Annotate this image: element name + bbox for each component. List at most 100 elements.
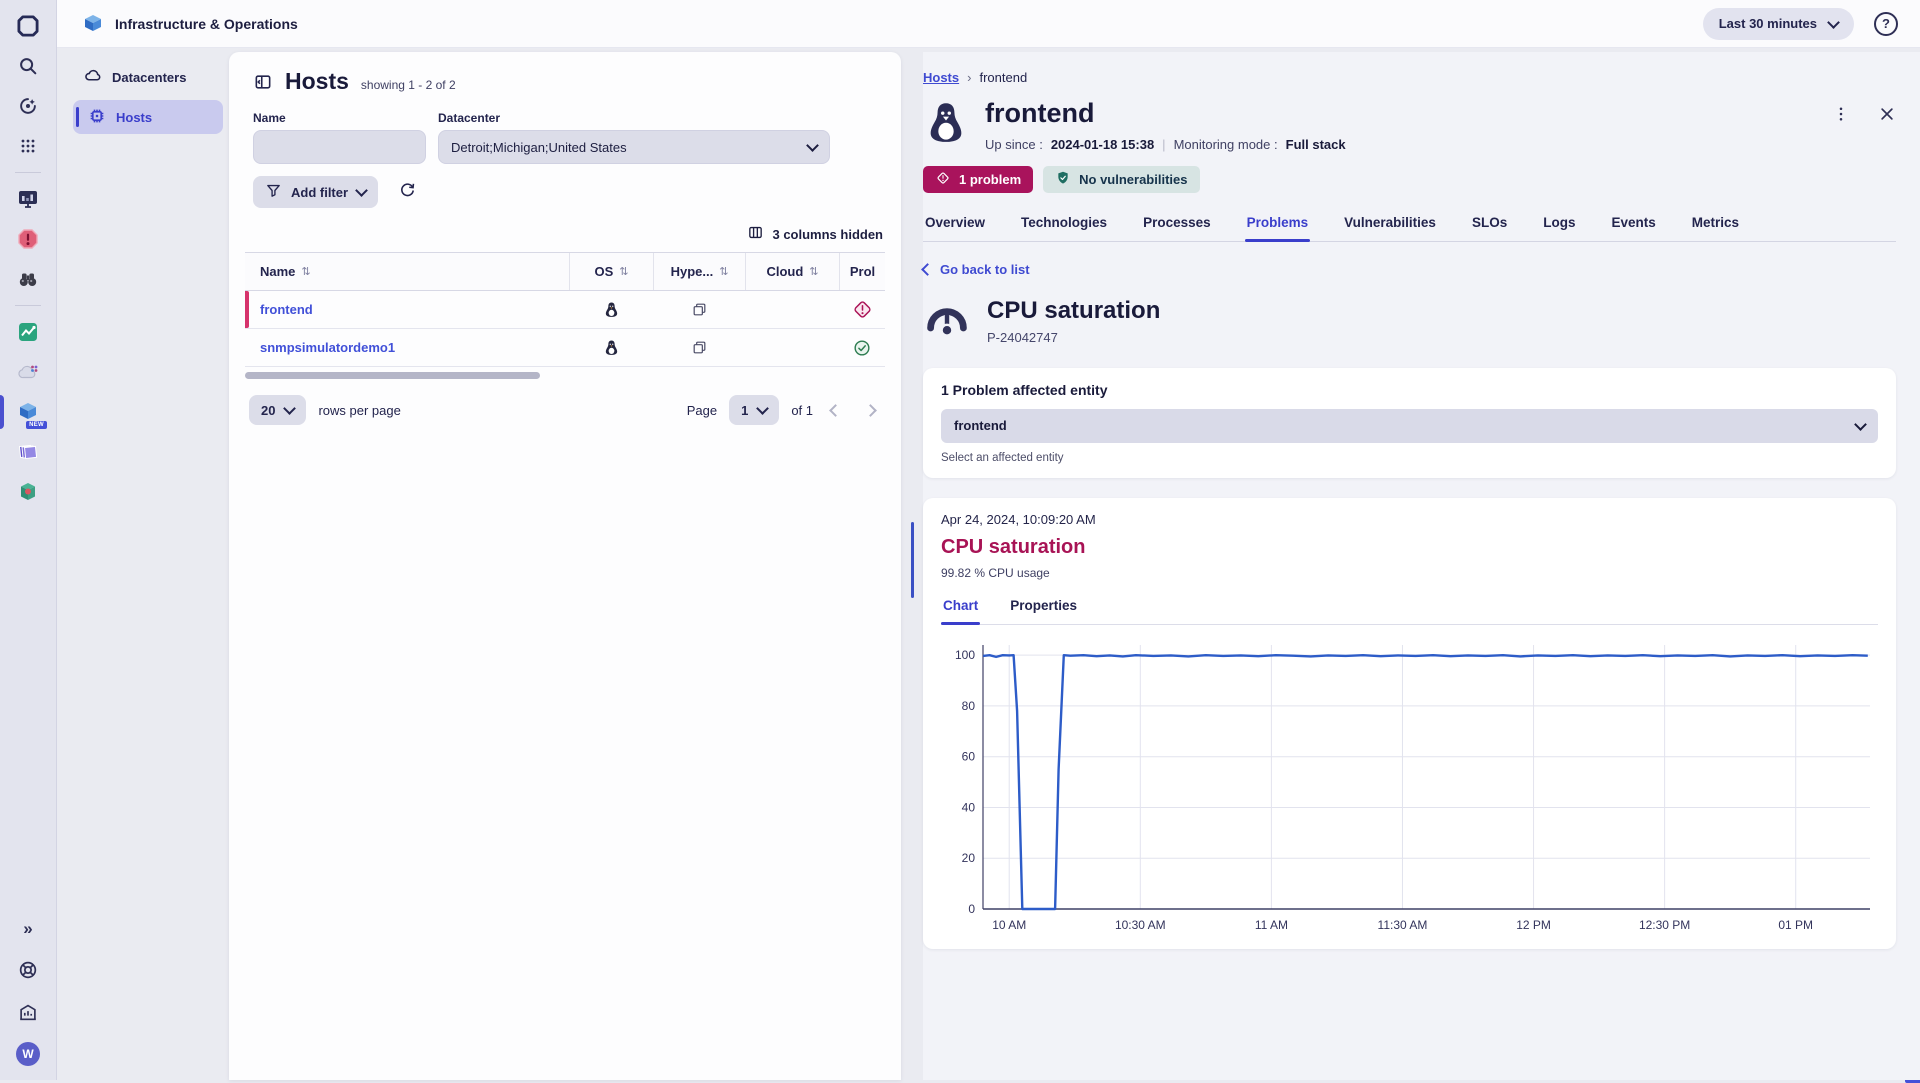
binoculars-icon[interactable] [14, 265, 42, 293]
svg-text:01 PM: 01 PM [1778, 918, 1813, 932]
tab-processes[interactable]: Processes [1141, 211, 1213, 241]
add-filter-label: Add filter [291, 185, 348, 200]
svg-text:11:30 AM: 11:30 AM [1378, 918, 1428, 932]
kubernetes-icon[interactable] [14, 438, 42, 466]
affected-entity-select[interactable]: frontend [941, 409, 1878, 443]
host-link[interactable]: frontend [260, 302, 313, 317]
smartscape-icon[interactable] [14, 478, 42, 506]
host-link[interactable]: snmpsimulatordemo1 [260, 340, 395, 355]
app-title: Infrastructure & Operations [115, 16, 298, 32]
cloud-icon [83, 66, 103, 89]
breadcrumb-hosts-link[interactable]: Hosts [923, 70, 959, 85]
problem-id: P-24042747 [987, 330, 1160, 345]
support-icon[interactable] [14, 956, 42, 984]
tab-metrics[interactable]: Metrics [1690, 211, 1741, 241]
dynatrace-logo-icon[interactable] [14, 12, 42, 40]
breadcrumb-current: frontend [979, 70, 1027, 85]
usage-icon[interactable] [14, 998, 42, 1026]
sidebar-item-hosts[interactable]: Hosts [73, 100, 223, 134]
dashboards-icon[interactable] [14, 185, 42, 213]
tab-overview[interactable]: Overview [923, 211, 987, 241]
columns-hidden-button[interactable]: 3 columns hidden [245, 208, 885, 252]
problems-icon[interactable] [14, 225, 42, 253]
problem-card-tabs: Chart Properties [941, 594, 1878, 625]
svg-text:12 PM: 12 PM [1516, 918, 1551, 932]
sort-icon: ⇅ [809, 265, 818, 278]
tab-vulnerabilities[interactable]: Vulnerabilities [1342, 211, 1438, 241]
pagination: 20 rows per page Page 1 of 1 [245, 379, 885, 441]
clouds-icon[interactable] [14, 358, 42, 386]
search-icon[interactable] [14, 52, 42, 80]
column-header-os[interactable]: OS⇅ [569, 253, 653, 290]
apps-grid-icon[interactable] [14, 132, 42, 160]
user-avatar: W [16, 1042, 40, 1066]
rows-per-page-select[interactable]: 20 [249, 395, 306, 425]
svg-text:80: 80 [962, 699, 976, 713]
problem-tab-properties[interactable]: Properties [1008, 594, 1079, 624]
reset-icon [398, 181, 417, 203]
name-filter-input[interactable] [253, 130, 426, 164]
problem-tab-chart[interactable]: Chart [941, 594, 980, 624]
column-header-cloud[interactable]: Cloud⇅ [745, 253, 839, 290]
up-since-label: Up since : [985, 137, 1043, 152]
status-problem-icon[interactable] [839, 291, 885, 328]
close-icon[interactable] [1878, 105, 1896, 123]
host-title: frontend [985, 99, 1346, 129]
horizontal-scrollbar[interactable] [245, 372, 540, 379]
left-rail: NEW » W [0, 0, 57, 1080]
previous-page-button[interactable] [825, 403, 848, 418]
sidebar-item-label: Hosts [116, 110, 152, 125]
rows-per-page-label: rows per page [318, 403, 400, 418]
page-label: Page [687, 403, 717, 418]
time-range-selector[interactable]: Last 30 minutes [1703, 8, 1854, 40]
column-header-hype[interactable]: Hype...⇅ [653, 253, 745, 290]
table-header-row: Name⇅OS⇅Hype...⇅Cloud⇅Prol [245, 253, 885, 291]
status-ok-icon[interactable] [839, 329, 885, 366]
chevron-down-icon [1827, 16, 1840, 29]
chevron-down-icon [806, 139, 819, 152]
time-range-label: Last 30 minutes [1719, 16, 1817, 31]
datacenter-filter-label: Datacenter [438, 111, 500, 125]
help-icon[interactable]: ? [1874, 12, 1898, 36]
vulnerabilities-badge[interactable]: No vulnerabilities [1043, 166, 1199, 193]
tab-logs[interactable]: Logs [1541, 211, 1577, 241]
affected-entity-value: frontend [954, 418, 1007, 433]
tab-events[interactable]: Events [1609, 211, 1657, 241]
collapse-list-icon[interactable] [253, 72, 273, 92]
problem-date: Apr 24, 2024, 10:09:20 AM [941, 512, 1878, 527]
svg-text:11 AM: 11 AM [1255, 918, 1288, 932]
column-header-name[interactable]: Name⇅ [245, 253, 569, 290]
metrics-icon[interactable] [14, 318, 42, 346]
column-header-prol[interactable]: Prol [839, 253, 885, 290]
sort-icon: ⇅ [301, 265, 310, 278]
chip-icon [87, 106, 107, 129]
user-avatar-icon[interactable]: W [14, 1040, 42, 1068]
breadcrumb-separator: › [967, 70, 971, 85]
problem-badge[interactable]: 1 problem [923, 166, 1033, 193]
content-area: DatacentersHosts Hosts showing 1 - 2 of … [57, 48, 1920, 1080]
rail-divider [15, 172, 41, 173]
infrastructure-operations-icon[interactable]: NEW [14, 398, 42, 426]
page-select[interactable]: 1 [729, 395, 779, 425]
expand-rail-icon[interactable]: » [14, 914, 42, 942]
tab-slos[interactable]: SLOs [1470, 211, 1509, 241]
svg-text:0: 0 [968, 902, 975, 916]
go-back-link[interactable]: Go back to list [923, 262, 1030, 277]
page-of-label: of 1 [791, 403, 813, 418]
problem-card-subtitle: 99.82 % CPU usage [941, 566, 1878, 580]
sidebar-item-datacenters[interactable]: Datacenters [73, 60, 223, 94]
datacenter-filter-select[interactable]: Detroit;Michigan;United States [438, 130, 830, 164]
tab-problems[interactable]: Problems [1245, 211, 1311, 241]
add-filter-button[interactable]: Add filter [253, 176, 378, 208]
svg-text:10:30 AM: 10:30 AM [1115, 918, 1166, 932]
next-page-button[interactable] [860, 403, 881, 418]
davis-copilot-icon[interactable] [14, 92, 42, 120]
os-linux-icon [569, 291, 653, 328]
tab-technologies[interactable]: Technologies [1019, 211, 1109, 241]
kebab-menu-icon[interactable] [1832, 105, 1850, 123]
table-row[interactable]: snmpsimulatordemo1 [245, 329, 885, 367]
shield-icon [1055, 170, 1071, 189]
table-row[interactable]: frontend [245, 291, 885, 329]
reset-filters-button[interactable] [398, 181, 417, 203]
host-badges: 1 problem No vulnerabilities [923, 166, 1896, 193]
